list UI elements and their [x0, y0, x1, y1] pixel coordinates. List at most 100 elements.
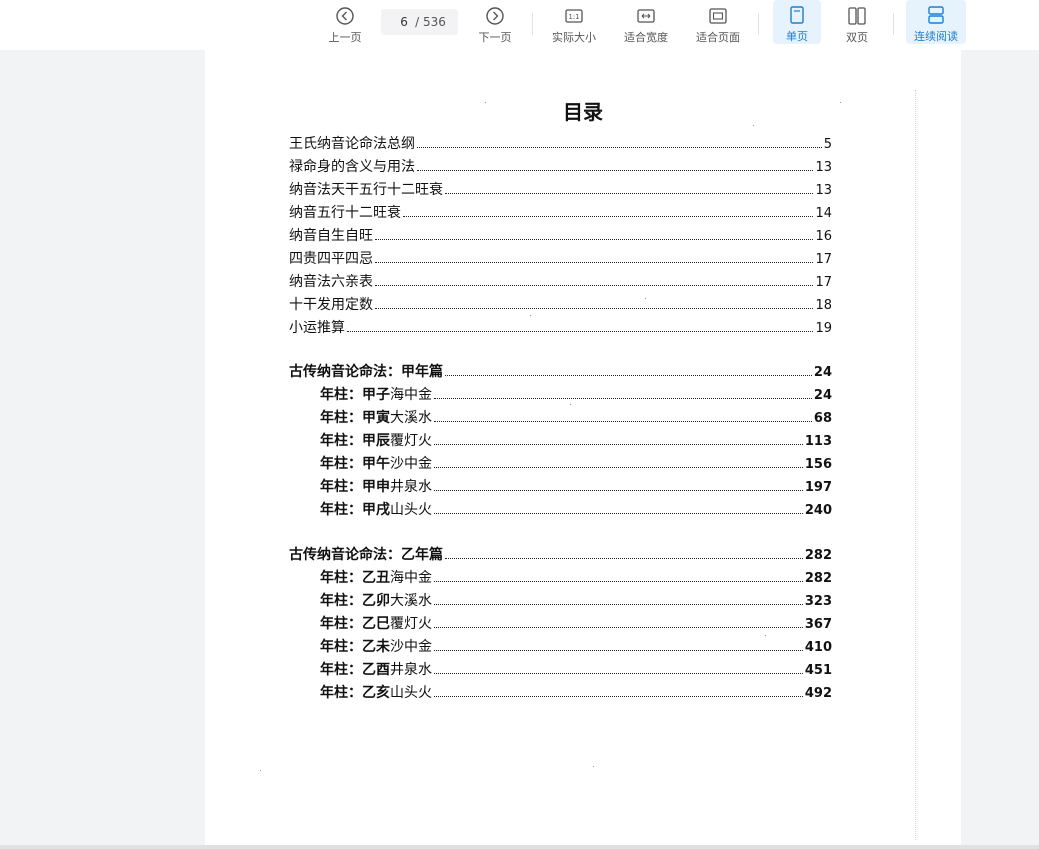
- toc-entry-nayin: 大溪水: [390, 593, 432, 609]
- toc-entry-nayin: 大溪水: [390, 410, 432, 426]
- toc-entry-page: 17: [815, 275, 832, 290]
- toc-leader: [347, 319, 814, 332]
- toc-entry-title: 年柱：乙丑: [320, 570, 390, 586]
- toc-leader: [434, 432, 803, 445]
- toc-leader: [434, 501, 803, 514]
- actual-size-icon: 1:1: [565, 9, 583, 23]
- toc-leader: [375, 296, 814, 309]
- toc-leader: [434, 409, 812, 422]
- toc-entry-page: 282: [804, 548, 832, 563]
- next-page-button[interactable]: 下一页: [472, 4, 518, 46]
- toolbar-divider: [532, 13, 533, 35]
- toc-section-heading[interactable]: 古传纳音论命法：乙年篇 282: [289, 545, 832, 565]
- toc-leader: [434, 661, 803, 674]
- double-page-button[interactable]: 双页: [834, 4, 880, 46]
- single-page-label: 单页: [786, 30, 808, 43]
- toc-entry-page: 410: [804, 640, 832, 655]
- fit-page-icon: [709, 8, 727, 24]
- toc-entry-title: 年柱：乙未: [320, 639, 390, 655]
- toc-leader: [375, 250, 814, 263]
- toc-entry-nayin: 山头火: [390, 685, 432, 701]
- toc-leader: [434, 592, 803, 605]
- toc-entry[interactable]: 年柱：甲子海中金 24: [320, 385, 832, 405]
- actual-size-button[interactable]: 1:1 实际大小: [548, 4, 600, 46]
- toc-leader: [434, 638, 803, 651]
- toc-entry-nayin: 海中金: [390, 570, 432, 586]
- toc-entry-page: 156: [804, 457, 832, 472]
- toc-section-heading[interactable]: 古传纳音论命法：甲年篇 24: [289, 362, 832, 382]
- toc-entry-nayin: 井泉水: [390, 662, 432, 678]
- fit-width-icon: [637, 9, 655, 23]
- toc-leader: [445, 546, 803, 559]
- toc-entry[interactable]: 四贵四平四忌 17: [289, 249, 832, 269]
- toc-entry-title: 年柱：甲申: [320, 479, 390, 495]
- toc-section-title: 古传纳音论命法：乙年篇: [289, 547, 443, 563]
- toc-entry-page: 24: [813, 388, 832, 403]
- toc-entry-title: 年柱：乙巳: [320, 616, 390, 632]
- toc-entry-title: 十干发用定数: [289, 297, 373, 313]
- prev-page-label: 上一页: [328, 31, 362, 44]
- toc-entry-page: 13: [815, 160, 832, 175]
- toc-entry-title: 纳音自生自旺: [289, 228, 373, 244]
- toc-entry-page: 197: [804, 480, 832, 495]
- fit-width-label: 适合宽度: [624, 31, 668, 44]
- fit-page-button[interactable]: 适合页面: [692, 4, 744, 46]
- toc-entry[interactable]: 年柱：甲辰覆灯火 113: [320, 431, 832, 451]
- toolbar-divider: [893, 13, 894, 35]
- single-page-button[interactable]: 单页: [773, 0, 821, 44]
- toc-entry-nayin: 山头火: [390, 502, 432, 518]
- toc-entry-page: 24: [813, 365, 832, 380]
- toc-entry[interactable]: 禄命身的含义与用法 13: [289, 157, 832, 177]
- toc-entry[interactable]: 纳音法六亲表 17: [289, 272, 832, 292]
- toc-leader: [417, 135, 822, 148]
- toc-leader: [375, 227, 814, 240]
- scan-speck: [840, 102, 841, 103]
- scan-speck: [753, 125, 754, 126]
- toc-entry[interactable]: 年柱：甲寅大溪水 68: [320, 408, 832, 428]
- next-page-label: 下一页: [478, 31, 512, 44]
- toc-entry[interactable]: 年柱：甲申井泉水 197: [320, 477, 832, 497]
- toc-entry-title: 年柱：甲寅: [320, 410, 390, 426]
- toc-entry-page: 113: [804, 434, 832, 449]
- toc-entry-page: 17: [815, 252, 832, 267]
- toc-entry-page: 451: [804, 663, 832, 678]
- toc-entry[interactable]: 年柱：乙卯大溪水 323: [320, 591, 832, 611]
- toc-leader: [445, 363, 812, 376]
- toc-entry[interactable]: 十干发用定数 18: [289, 295, 832, 315]
- toc-entry-page: 367: [804, 617, 832, 632]
- scan-speck: [645, 298, 646, 299]
- toc-entry[interactable]: 年柱：甲午沙中金 156: [320, 454, 832, 474]
- toc-entry-title: 年柱：甲午: [320, 456, 390, 472]
- toc-entry[interactable]: 年柱：甲戌山头火 240: [320, 500, 832, 520]
- scan-speck: [570, 404, 571, 405]
- toc-leader: [417, 158, 814, 171]
- toc-entry[interactable]: 小运推算 19: [289, 318, 832, 338]
- toc-leader: [445, 181, 814, 194]
- current-page-input[interactable]: [393, 15, 416, 29]
- total-pages-text: / 536: [415, 15, 446, 29]
- toc-entry-title: 年柱：乙亥: [320, 685, 390, 701]
- toc-entry[interactable]: 王氏纳音论命法总纲 5: [289, 134, 832, 154]
- continuous-reading-button[interactable]: 连续阅读: [906, 0, 966, 44]
- toc-entry-page: 240: [804, 503, 832, 518]
- toc-entry-page: 5: [823, 137, 832, 152]
- toc-entry[interactable]: 纳音自生自旺 16: [289, 226, 832, 246]
- toc-entry[interactable]: 纳音五行十二旺衰 14: [289, 203, 832, 223]
- toc-entry-nayin: 覆灯火: [390, 433, 432, 449]
- svg-text:1:1: 1:1: [568, 13, 579, 21]
- toc-entry[interactable]: 年柱：乙巳覆灯火 367: [320, 614, 832, 634]
- fit-width-button[interactable]: 适合宽度: [620, 4, 672, 46]
- toc-entry-title: 年柱：甲戌: [320, 502, 390, 518]
- toc-leader: [403, 204, 814, 217]
- scan-speck: [530, 315, 531, 316]
- toc-entry[interactable]: 年柱：乙亥山头火 492: [320, 683, 832, 703]
- toc-entry[interactable]: 年柱：乙未沙中金 410: [320, 637, 832, 657]
- toc-entry[interactable]: 年柱：乙酉井泉水 451: [320, 660, 832, 680]
- fit-page-label: 适合页面: [696, 31, 740, 44]
- prev-page-button[interactable]: 上一页: [322, 4, 368, 46]
- toc-entry-page: 282: [804, 571, 832, 586]
- toc-entry[interactable]: 纳音法天干五行十二旺衰 13: [289, 180, 832, 200]
- toc-entry[interactable]: 年柱：乙丑海中金 282: [320, 568, 832, 588]
- toc-entry-nayin: 海中金: [390, 387, 432, 403]
- chevron-left-circle-icon: [336, 7, 354, 25]
